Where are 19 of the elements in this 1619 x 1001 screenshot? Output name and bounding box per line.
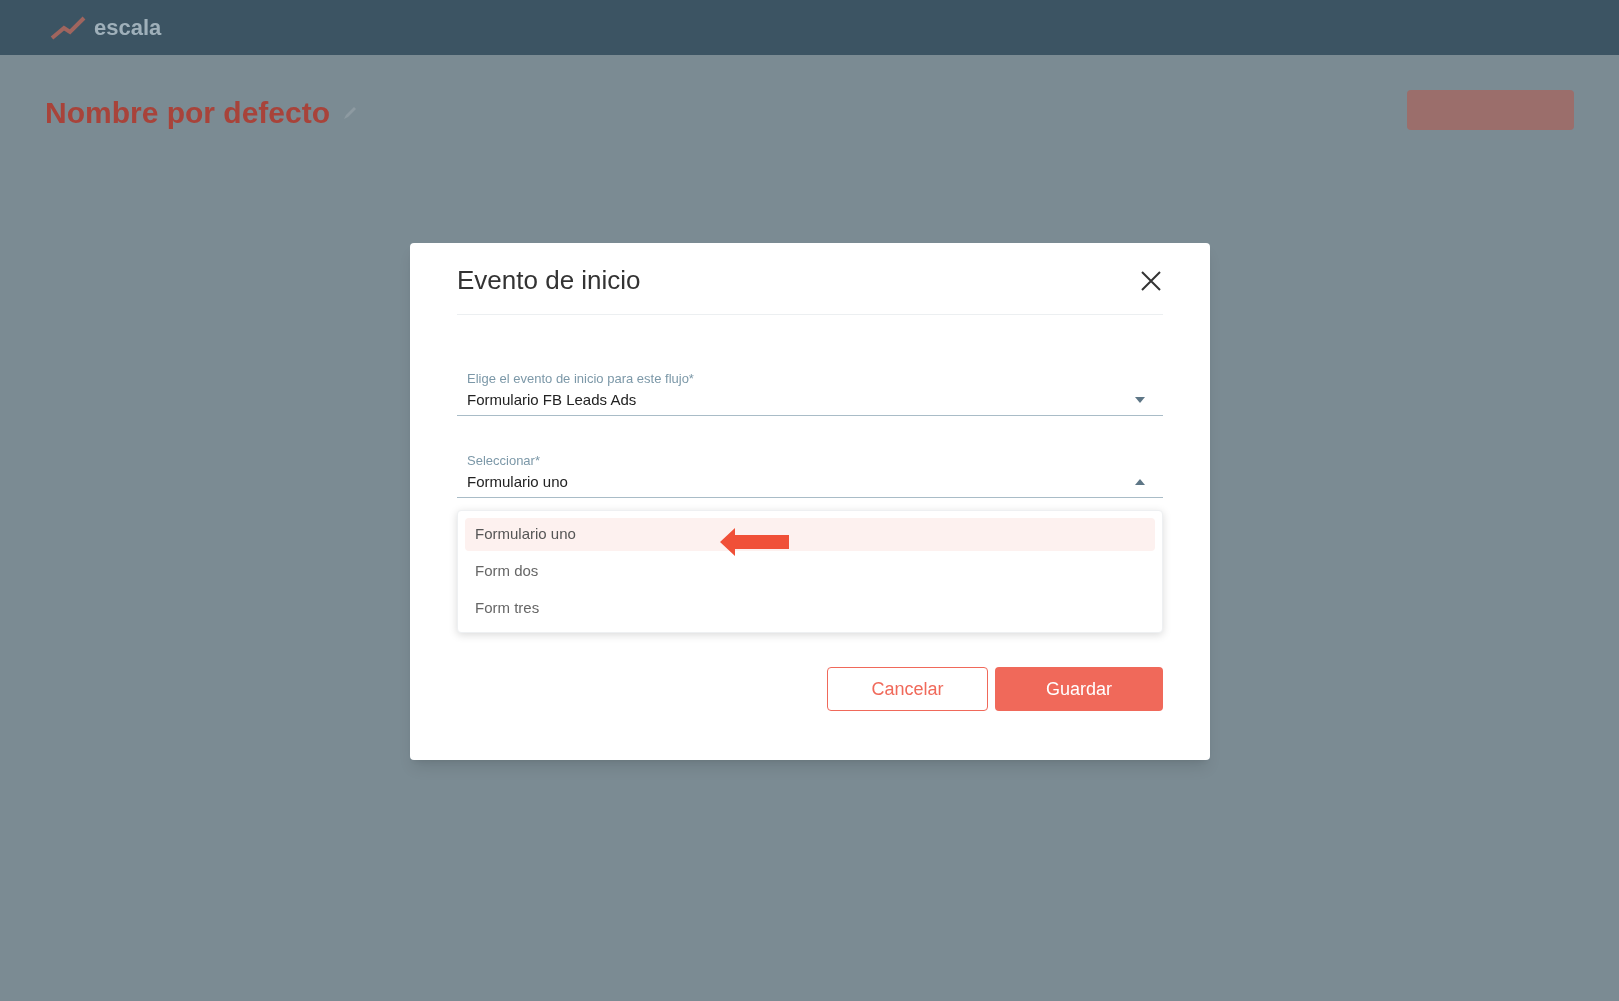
field-label: Elige el evento de inicio para este flujo* bbox=[467, 370, 694, 388]
page-title: Nombre por defecto bbox=[45, 95, 331, 131]
arrow-icon bbox=[720, 527, 790, 557]
field-label: Seleccionar* bbox=[467, 452, 541, 470]
close-button[interactable] bbox=[1139, 268, 1163, 293]
select-field[interactable]: Elige el evento de inicio para este flujo* Formulario FB Leads Ads bbox=[457, 369, 1163, 416]
save-button[interactable]: Guardar bbox=[995, 667, 1163, 711]
select-field[interactable]: Seleccionar* Formulario uno bbox=[457, 451, 1163, 498]
logo-icon bbox=[50, 15, 86, 40]
dropdown-option[interactable]: Form dos bbox=[465, 555, 1155, 588]
field-value: Formulario FB Leads Ads bbox=[467, 389, 638, 410]
dropdown-option[interactable]: Formulario uno bbox=[465, 518, 1155, 551]
dropdown-option[interactable]: Form tres bbox=[465, 592, 1155, 625]
caret-icon bbox=[1135, 479, 1145, 485]
field-value: Formulario uno bbox=[467, 471, 568, 492]
cancel-button[interactable]: Cancelar bbox=[827, 667, 988, 711]
logo-text: escala bbox=[94, 14, 162, 42]
dialog-title: Evento de inicio bbox=[457, 264, 641, 297]
caret-icon bbox=[1135, 397, 1145, 403]
